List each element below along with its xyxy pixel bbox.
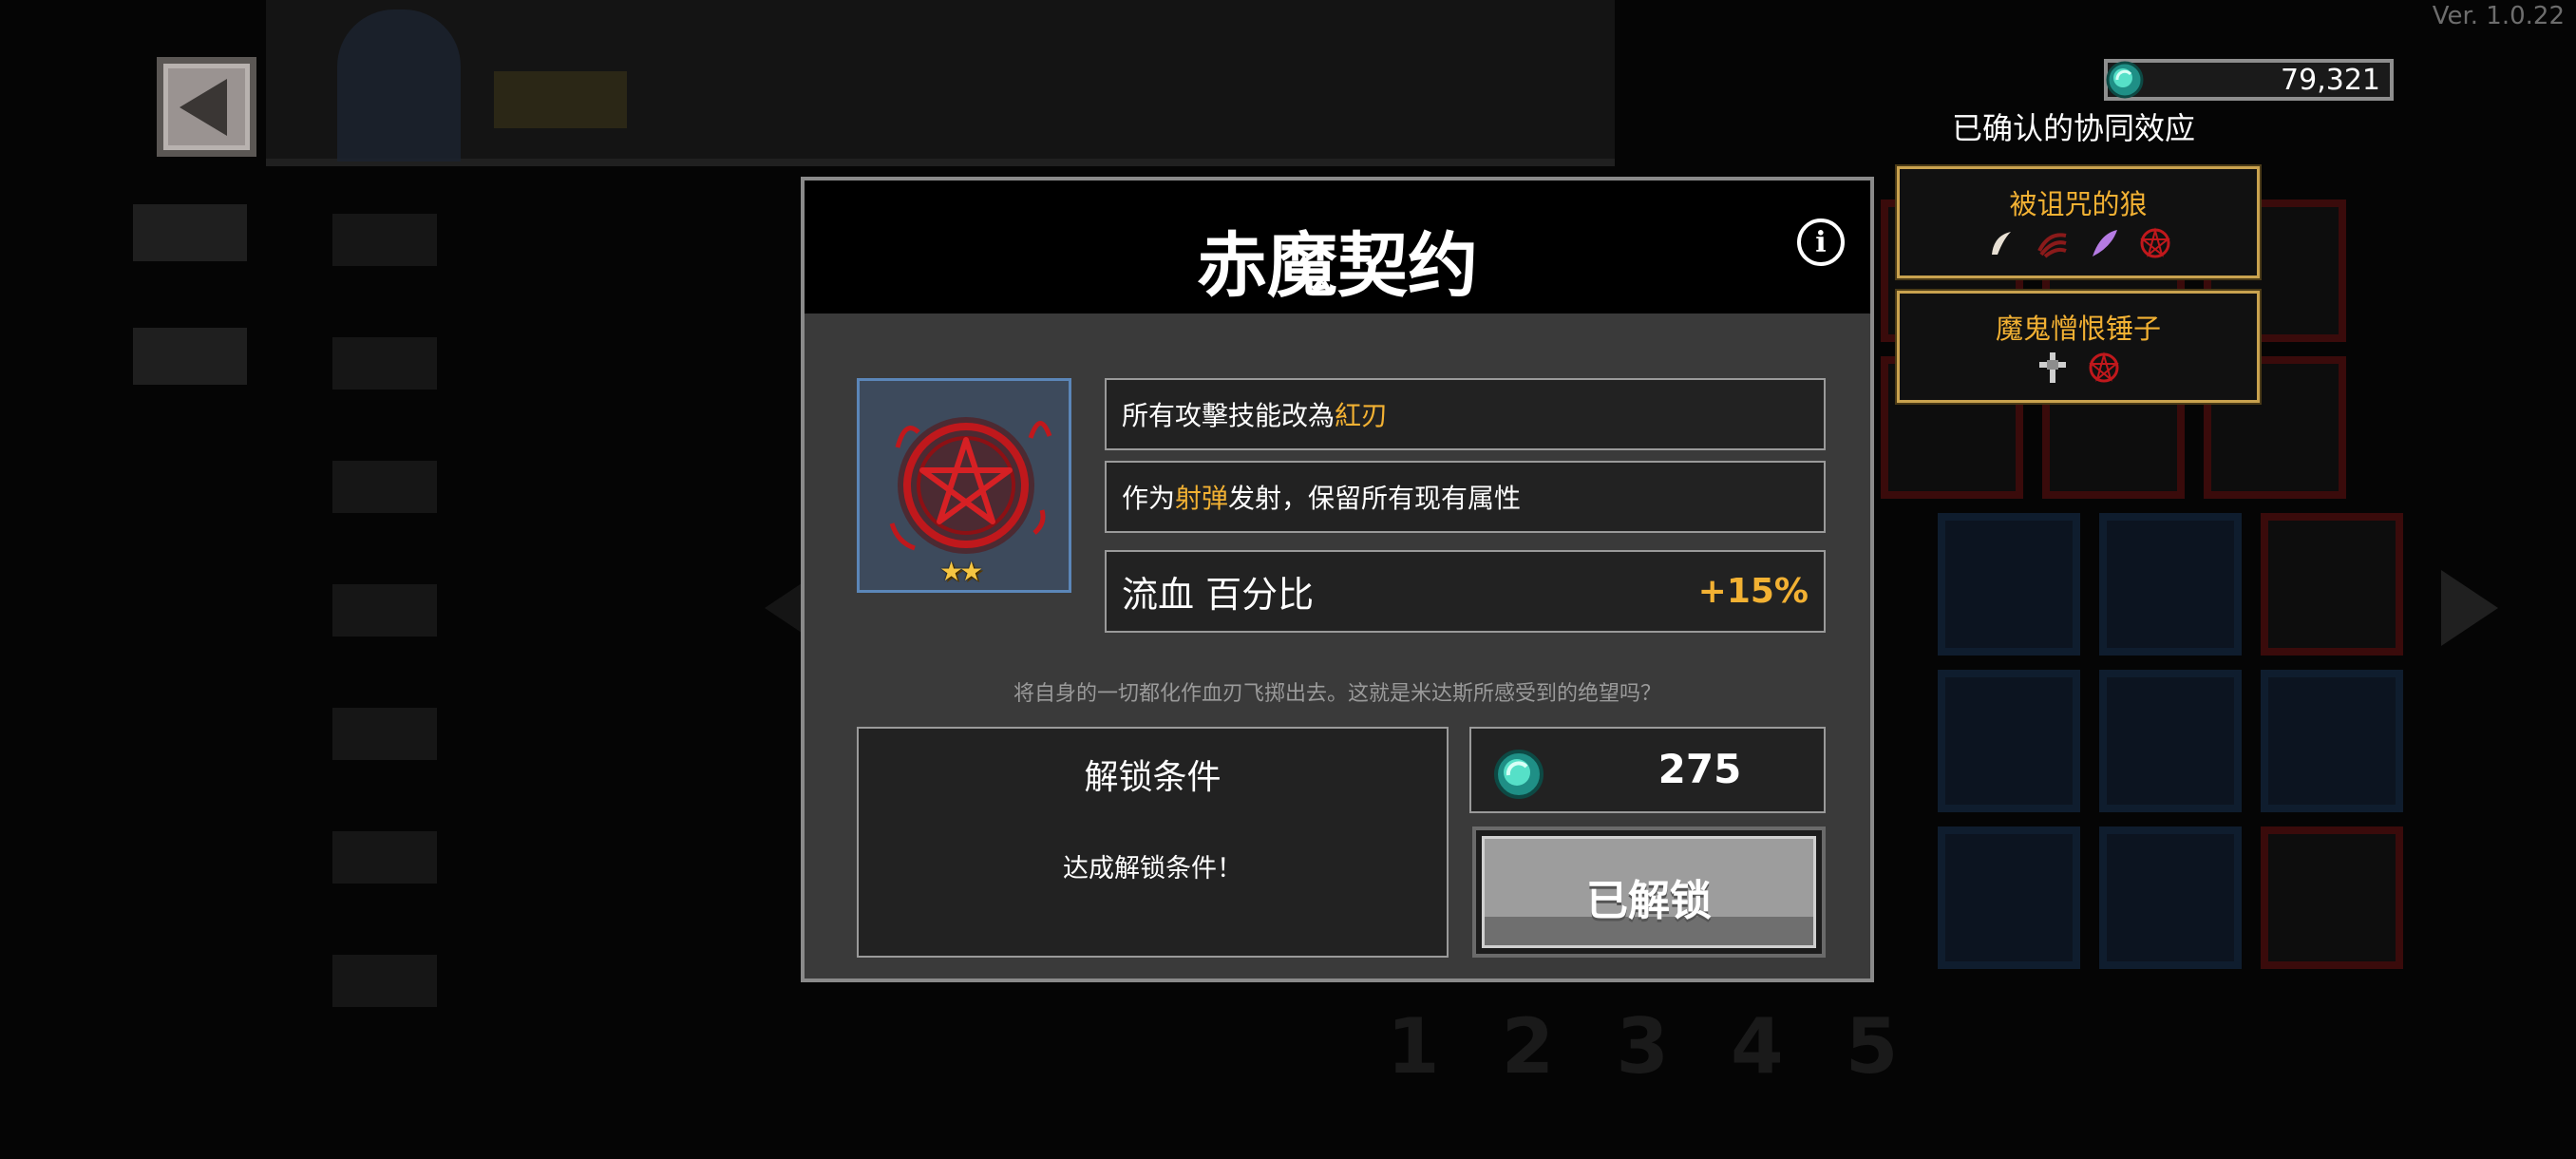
teal-gem-icon	[2106, 61, 2144, 99]
category-list	[332, 214, 437, 1078]
teal-gem-icon	[1494, 750, 1544, 799]
wolf-claw-icon	[2036, 226, 2070, 260]
effect-highlight: 紅刃	[1335, 400, 1389, 431]
flavor-text: 将自身的一切都化作血刃飞掷出去。这就是米达斯所感受到的绝望吗？	[1013, 682, 1661, 706]
page-number: 5	[1845, 1002, 1899, 1091]
purple-feather-icon	[2087, 226, 2121, 260]
effect-text: 所有攻擊技能改為	[1122, 400, 1335, 431]
unlocked-button-label: 已解锁	[1586, 877, 1712, 925]
item-title: 赤魔契约	[1197, 225, 1478, 307]
synergy-name: 魔鬼憎恨锤子	[1995, 313, 2161, 345]
character-header	[266, 0, 1615, 166]
pentagram-icon	[2087, 351, 2121, 385]
unlocked-button[interactable]: 已解锁	[1472, 826, 1826, 958]
item-icon-frame: ★★	[857, 378, 1071, 593]
unlock-desc: 达成解锁条件！	[1063, 854, 1242, 884]
effect-line: 所有攻擊技能改為 紅刃	[1105, 378, 1826, 450]
unlock-condition-panel: 解锁条件 达成解锁条件！	[857, 727, 1449, 958]
stat-line: 流血 百分比 +15%	[1105, 550, 1826, 633]
version-label: Ver. 1.0.22	[2432, 2, 2565, 30]
effect-text: 作为	[1122, 483, 1176, 514]
back-button[interactable]	[157, 57, 256, 157]
stat-value: +15%	[1697, 572, 1809, 611]
page-number: 2	[1501, 1002, 1555, 1091]
fang-icon	[1984, 226, 2018, 260]
page-selector: 1 2 3 4 5	[1387, 1002, 1898, 1091]
category-sidebar	[133, 204, 247, 451]
currency-value: 79,321	[2281, 63, 2380, 97]
page-number: 1	[1387, 1002, 1440, 1091]
info-icon: i	[1815, 225, 1827, 259]
back-arrow-icon	[179, 78, 227, 136]
synergy-card-devil-hates-hammer[interactable]: 魔鬼憎恨锤子	[1897, 291, 2260, 403]
unlock-title: 解锁条件	[1084, 758, 1222, 797]
effect-text: 发射，保留所有现有属性	[1228, 483, 1522, 514]
pentagram-icon	[2138, 226, 2172, 260]
page-number: 3	[1616, 1002, 1670, 1091]
price-value: 275	[1657, 746, 1742, 792]
effect-line: 作为 射弹 发射，保留所有现有属性	[1105, 461, 1826, 533]
currency-counter: 79,321	[2104, 59, 2394, 101]
item-detail-dialog: 赤魔契约 i ★★ 所有攻擊技能改為 紅刃 作为 射弹 发射，保留所有现有属性 流血 …	[801, 177, 1874, 982]
next-page-arrow-icon	[2441, 570, 2498, 646]
synergy-title: 已确认的协同效应	[1952, 110, 2196, 146]
synergy-name: 被诅咒的狼	[2009, 188, 2148, 220]
character-name-plate	[494, 71, 627, 128]
effect-highlight: 射弹	[1175, 483, 1229, 514]
character-portrait	[337, 10, 461, 162]
cross-hammer-icon	[2036, 351, 2070, 385]
info-button[interactable]: i	[1797, 218, 1845, 266]
page-number: 4	[1731, 1002, 1784, 1091]
price-panel: 275	[1469, 727, 1826, 813]
dialog-header: 赤魔契约 i	[805, 180, 1870, 314]
synergy-card-cursed-wolf[interactable]: 被诅咒的狼	[1897, 166, 2260, 278]
stat-label: 流血 百分比	[1122, 574, 1315, 616]
star-rating: ★★	[939, 556, 983, 587]
